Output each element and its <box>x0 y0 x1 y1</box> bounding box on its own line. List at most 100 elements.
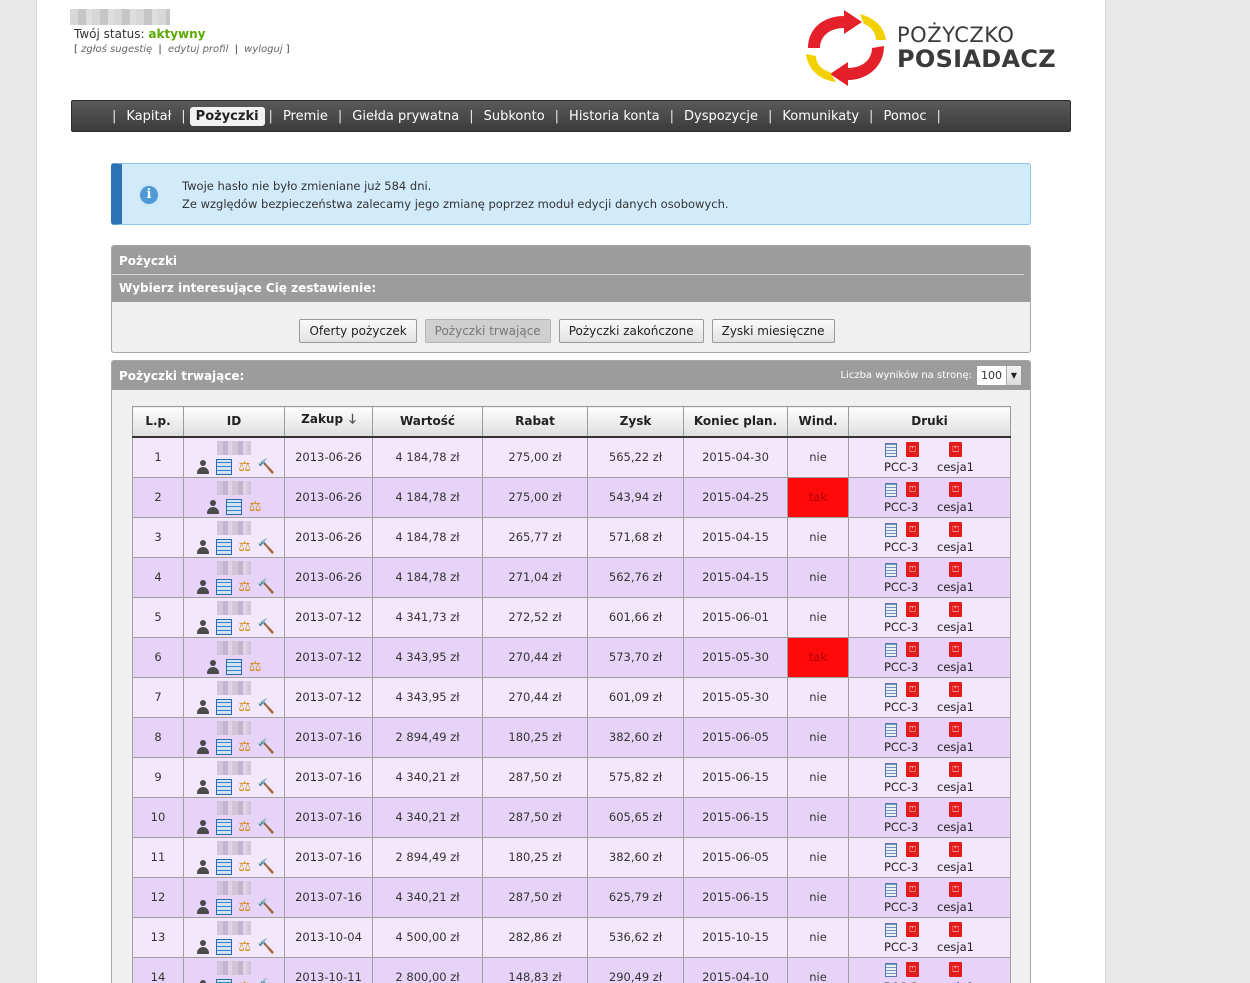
nav-item-2[interactable]: Premie <box>277 107 334 126</box>
borrower-icon[interactable] <box>195 459 211 475</box>
schedule-icon[interactable] <box>226 498 242 515</box>
borrower-icon[interactable] <box>195 619 211 635</box>
schedule-icon[interactable] <box>215 538 232 555</box>
borrower-icon[interactable] <box>195 939 211 955</box>
document-icon[interactable] <box>885 682 897 697</box>
pcc3-link[interactable]: PCC-3 <box>884 540 918 554</box>
schedule-icon[interactable] <box>215 458 232 475</box>
pdf-icon[interactable]: ⏍ <box>949 721 962 737</box>
document-icon[interactable] <box>885 642 897 657</box>
document-icon[interactable] <box>885 442 897 457</box>
report-button-1[interactable]: Pożyczki trwające <box>424 319 551 343</box>
schedule-icon[interactable] <box>215 738 232 755</box>
gavel-icon[interactable]: 🔨 <box>258 619 275 635</box>
schedule-icon[interactable] <box>215 898 232 915</box>
pcc3-link[interactable]: PCC-3 <box>884 980 918 983</box>
gavel-icon[interactable]: 🔨 <box>258 539 275 555</box>
document-icon[interactable] <box>885 842 897 857</box>
pdf-icon[interactable]: ⏍ <box>906 841 919 857</box>
pdf-icon[interactable]: ⏍ <box>949 601 962 617</box>
gavel-icon[interactable]: 🔨 <box>258 859 275 875</box>
cesja-link[interactable]: cesja1 <box>937 820 974 834</box>
pcc3-link[interactable]: PCC-3 <box>884 700 918 714</box>
cesja-link[interactable]: cesja1 <box>937 620 974 634</box>
suggest-link[interactable]: zgłoś sugestię <box>81 44 152 55</box>
cesja-link[interactable]: cesja1 <box>937 860 974 874</box>
report-button-2[interactable]: Pożyczki zakończone <box>558 319 704 343</box>
pcc3-link[interactable]: PCC-3 <box>884 580 918 594</box>
pcc3-link[interactable]: PCC-3 <box>884 860 918 874</box>
report-button-3[interactable]: Zyski miesięczne <box>711 319 835 343</box>
gavel-icon[interactable]: 🔨 <box>258 819 275 835</box>
pdf-icon[interactable]: ⏍ <box>949 841 962 857</box>
pcc3-link[interactable]: PCC-3 <box>884 820 918 834</box>
pdf-icon[interactable]: ⏍ <box>949 441 962 457</box>
pcc3-link[interactable]: PCC-3 <box>884 780 918 794</box>
schedule-icon[interactable] <box>215 818 232 835</box>
document-icon[interactable] <box>885 962 897 977</box>
nav-item-3[interactable]: Giełda prywatna <box>346 107 465 126</box>
pdf-icon[interactable]: ⏍ <box>949 521 962 537</box>
pdf-icon[interactable]: ⏍ <box>949 641 962 657</box>
schedule-icon[interactable] <box>215 578 232 595</box>
gavel-icon[interactable]: 🔨 <box>258 899 275 915</box>
nav-item-5[interactable]: Historia konta <box>563 107 666 126</box>
schedule-icon[interactable] <box>226 658 242 675</box>
pdf-icon[interactable]: ⏍ <box>949 881 962 897</box>
pdf-icon[interactable]: ⏍ <box>949 921 962 937</box>
borrower-icon[interactable] <box>195 579 211 595</box>
pdf-icon[interactable]: ⏍ <box>906 521 919 537</box>
document-icon[interactable] <box>885 722 897 737</box>
nav-item-8[interactable]: Pomoc <box>877 107 932 126</box>
document-icon[interactable] <box>885 762 897 777</box>
borrower-icon[interactable] <box>205 659 221 675</box>
pdf-icon[interactable]: ⏍ <box>949 801 962 817</box>
cesja-link[interactable]: cesja1 <box>937 940 974 954</box>
schedule-icon[interactable] <box>215 938 232 955</box>
scale-icon[interactable]: ⚖ <box>237 739 253 755</box>
pdf-icon[interactable]: ⏍ <box>949 561 962 577</box>
document-icon[interactable] <box>885 922 897 937</box>
cesja-link[interactable]: cesja1 <box>937 740 974 754</box>
pdf-icon[interactable]: ⏍ <box>906 441 919 457</box>
nav-item-6[interactable]: Dyspozycje <box>678 107 764 126</box>
pcc3-link[interactable]: PCC-3 <box>884 500 918 514</box>
sort-desc-arrow-icon[interactable]: 🡓 <box>349 410 356 432</box>
scale-icon[interactable]: ⚖ <box>237 539 253 555</box>
pdf-icon[interactable]: ⏍ <box>906 641 919 657</box>
document-icon[interactable] <box>885 602 897 617</box>
cesja-link[interactable]: cesja1 <box>937 540 974 554</box>
gavel-icon[interactable]: 🔨 <box>258 739 275 755</box>
nav-item-1[interactable]: Pożyczki <box>189 106 265 126</box>
document-icon[interactable] <box>885 562 897 577</box>
scale-icon[interactable]: ⚖ <box>237 699 253 715</box>
document-icon[interactable] <box>885 882 897 897</box>
borrower-icon[interactable] <box>195 539 211 555</box>
borrower-icon[interactable] <box>195 819 211 835</box>
pcc3-link[interactable]: PCC-3 <box>884 460 918 474</box>
scale-icon[interactable]: ⚖ <box>237 859 253 875</box>
cesja-link[interactable]: cesja1 <box>937 500 974 514</box>
pcc3-link[interactable]: PCC-3 <box>884 900 918 914</box>
nav-item-0[interactable]: Kapitał <box>120 107 177 126</box>
gavel-icon[interactable]: 🔨 <box>258 699 275 715</box>
schedule-icon[interactable] <box>215 618 232 635</box>
column-header-2[interactable]: Zakup 🡓 <box>284 406 373 438</box>
schedule-icon[interactable] <box>215 778 232 795</box>
scale-icon[interactable]: ⚖ <box>237 579 253 595</box>
borrower-icon[interactable] <box>195 739 211 755</box>
pdf-icon[interactable]: ⏍ <box>906 481 919 497</box>
gavel-icon[interactable]: 🔨 <box>258 779 275 795</box>
pdf-icon[interactable]: ⏍ <box>906 761 919 777</box>
cesja-link[interactable]: cesja1 <box>937 460 974 474</box>
dropdown-arrow-icon[interactable]: ▼ <box>1006 366 1021 385</box>
scale-icon[interactable]: ⚖ <box>237 459 253 475</box>
borrower-icon[interactable] <box>195 899 211 915</box>
pcc3-link[interactable]: PCC-3 <box>884 620 918 634</box>
scale-icon[interactable]: ⚖ <box>237 899 253 915</box>
pdf-icon[interactable]: ⏍ <box>949 761 962 777</box>
gavel-icon[interactable]: 🔨 <box>258 979 275 983</box>
cesja-link[interactable]: cesja1 <box>937 900 974 914</box>
nav-item-4[interactable]: Subkonto <box>478 107 551 126</box>
gavel-icon[interactable]: 🔨 <box>258 579 275 595</box>
